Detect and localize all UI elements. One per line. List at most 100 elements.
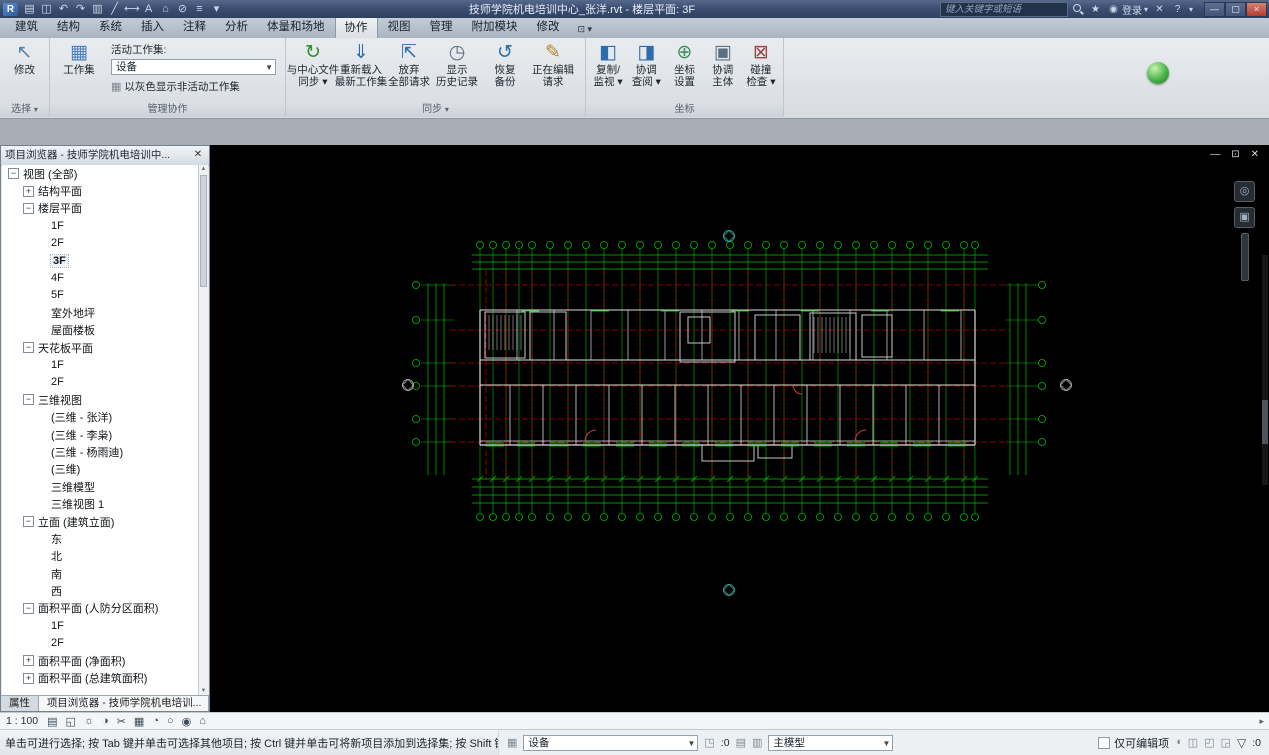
- worksharing-monitor-icon[interactable]: ◫: [1188, 736, 1198, 749]
- view-minimize-icon[interactable]: —: [1210, 149, 1220, 160]
- tree-item[interactable]: − 三维视图: [2, 391, 198, 408]
- tree-item[interactable]: − 楼层平面: [2, 200, 198, 217]
- exchange-apps-icon[interactable]: ✕: [1153, 4, 1166, 15]
- qat-customize-icon[interactable]: ▾: [209, 2, 224, 16]
- ribbon-display-toggle[interactable]: ⊡ ▾: [578, 24, 593, 38]
- tree-item[interactable]: 屋面楼板: [2, 322, 198, 339]
- expand-icon[interactable]: +: [23, 655, 34, 667]
- tree-item[interactable]: (三维 - 杨雨迪): [2, 443, 198, 460]
- synchronize-panel-label[interactable]: 同步 ▾: [286, 103, 585, 117]
- select-toggle-icon[interactable]: ◰: [1204, 736, 1214, 749]
- collapse-icon[interactable]: −: [23, 342, 34, 354]
- sign-in-button[interactable]: ◉ 登录 ▾: [1107, 2, 1148, 17]
- browser-scrollbar[interactable]: ▲ ▼: [198, 165, 208, 696]
- ribbon-tab-建筑[interactable]: 建筑: [6, 16, 47, 38]
- ribbon-tab-附加模块[interactable]: 附加模块: [463, 16, 527, 38]
- help-icon[interactable]: ?: [1171, 4, 1184, 15]
- scroll-up-icon[interactable]: ▲: [199, 165, 208, 174]
- revit-logo-icon[interactable]: R: [3, 2, 18, 16]
- close-button[interactable]: ×: [1246, 1, 1267, 17]
- tree-item[interactable]: − 天花板平面: [2, 339, 198, 356]
- tree-item[interactable]: 2F: [2, 374, 198, 391]
- measure-icon[interactable]: ╱: [107, 2, 122, 16]
- collapse-icon[interactable]: −: [23, 394, 34, 406]
- ribbon-tab-插入[interactable]: 插入: [132, 16, 173, 38]
- redo-icon[interactable]: ↷: [73, 2, 88, 16]
- chat-icon[interactable]: ◖: [1175, 736, 1182, 749]
- tree-item[interactable]: (三维 - 李枭): [2, 426, 198, 443]
- tab-properties[interactable]: 属性: [1, 696, 39, 711]
- active-workset-dropdown[interactable]: 设备 ▼: [111, 59, 276, 75]
- visual-style-icon[interactable]: ◱: [66, 715, 76, 728]
- project-browser-titlebar[interactable]: 项目浏览器 - 技师学院机电培训中... ✕: [1, 146, 209, 166]
- tab-project-browser[interactable]: 项目浏览器 - 技师学院机电培训...: [38, 696, 209, 711]
- gray-inactive-worksets-button[interactable]: ▦ 以灰色显示非活动工作集: [111, 79, 276, 94]
- tree-item[interactable]: + 面积平面 (净面积): [2, 652, 198, 669]
- save-icon[interactable]: ◫: [39, 2, 54, 16]
- collapse-icon[interactable]: −: [23, 602, 34, 614]
- tree-item[interactable]: 4F: [2, 269, 198, 286]
- ribbon-tab-结构[interactable]: 结构: [48, 16, 89, 38]
- steering-wheel-icon[interactable]: ◎: [1234, 181, 1255, 202]
- tree-item[interactable]: 3F: [2, 252, 198, 269]
- reload-latest-button[interactable]: ⇓ 重新载入 最新工作集: [335, 40, 388, 88]
- tree-item[interactable]: 1F: [2, 217, 198, 234]
- tree-item[interactable]: 5F: [2, 287, 198, 304]
- select-panel-label[interactable]: 选择 ▾: [0, 103, 49, 117]
- canvas-scrollbar-thumb[interactable]: [1262, 400, 1268, 444]
- tree-item[interactable]: 2F: [2, 635, 198, 652]
- temporary-hide-isolate-icon[interactable]: ◔: [152, 715, 159, 728]
- thin-lines-icon[interactable]: ≡: [192, 2, 207, 16]
- tree-item[interactable]: 东: [2, 530, 198, 547]
- search-icon[interactable]: [1072, 3, 1084, 15]
- expand-icon[interactable]: +: [23, 185, 34, 197]
- design-options-icon[interactable]: ▤: [736, 736, 746, 749]
- coordination-host-button[interactable]: ▣ 协调 主体: [704, 40, 742, 88]
- crop-view-icon[interactable]: ✂: [117, 715, 126, 728]
- search-input[interactable]: 键入关键字或短语: [939, 1, 1068, 17]
- aligned-dimension-icon[interactable]: ⟷: [124, 2, 140, 16]
- show-crop-region-icon[interactable]: ▦: [134, 715, 144, 728]
- view-restore-icon[interactable]: ⊡: [1231, 149, 1239, 160]
- maximize-button[interactable]: ▢: [1225, 1, 1246, 17]
- navigation-slider[interactable]: [1240, 233, 1249, 281]
- tree-item[interactable]: (三维): [2, 461, 198, 478]
- press-drag-icon[interactable]: ◲: [1221, 736, 1231, 749]
- relinquish-all-button[interactable]: ⇱ 放弃 全部请求: [385, 40, 433, 88]
- restore-backup-button[interactable]: ↺ 恢复 备份: [481, 40, 529, 88]
- ribbon-tab-协作[interactable]: 协作: [334, 16, 378, 38]
- ribbon-tab-系统[interactable]: 系统: [90, 16, 131, 38]
- worksets-button[interactable]: ▦ 工作集: [53, 40, 105, 76]
- tree-item[interactable]: 南: [2, 565, 198, 582]
- tree-item[interactable]: − 面积平面 (人防分区面积): [2, 600, 198, 617]
- ribbon-tab-视图[interactable]: 视图: [379, 16, 420, 38]
- tree-item[interactable]: 室外地坪: [2, 304, 198, 321]
- show-history-button[interactable]: ◷ 显示 历史记录: [433, 40, 481, 88]
- tree-item[interactable]: + 结构平面: [2, 182, 198, 199]
- interference-check-button[interactable]: ⊠ 碰撞 检查 ▾: [742, 40, 780, 88]
- copy-monitor-button[interactable]: ◧ 复制/监视 ▾: [589, 40, 627, 88]
- open-file-icon[interactable]: ▤: [22, 2, 37, 16]
- minimize-button[interactable]: —: [1204, 1, 1225, 17]
- tree-item[interactable]: (三维 - 张洋): [2, 408, 198, 425]
- undo-icon[interactable]: ↶: [56, 2, 71, 16]
- tree-item[interactable]: 2F: [2, 235, 198, 252]
- canvas-scrollbar[interactable]: [1262, 255, 1268, 485]
- editable-only-checkbox[interactable]: 仅可编辑项: [1098, 735, 1169, 751]
- view-close-icon[interactable]: ✕: [1251, 149, 1259, 160]
- reveal-hidden-elements-icon[interactable]: ○: [167, 715, 174, 728]
- filter-icon[interactable]: ▽: [1237, 736, 1246, 750]
- tree-item[interactable]: 三维视图 1: [2, 495, 198, 512]
- link-icon[interactable]: ▥: [752, 736, 762, 749]
- view-scale[interactable]: 1 : 100: [6, 715, 38, 727]
- scroll-right-icon[interactable]: ▸: [1259, 716, 1264, 727]
- tree-item[interactable]: 西: [2, 582, 198, 599]
- shadows-icon[interactable]: ◑: [102, 715, 109, 728]
- tree-item[interactable]: + 面积平面 (总建筑面积): [2, 669, 198, 686]
- tree-item[interactable]: 1F: [2, 617, 198, 634]
- close-icon[interactable]: ✕: [191, 146, 205, 165]
- expand-icon[interactable]: +: [23, 672, 34, 684]
- sun-path-icon[interactable]: ☼: [84, 715, 94, 728]
- tree-item[interactable]: − 立面 (建筑立面): [2, 513, 198, 530]
- tree-item[interactable]: − 视图 (全部): [2, 165, 198, 182]
